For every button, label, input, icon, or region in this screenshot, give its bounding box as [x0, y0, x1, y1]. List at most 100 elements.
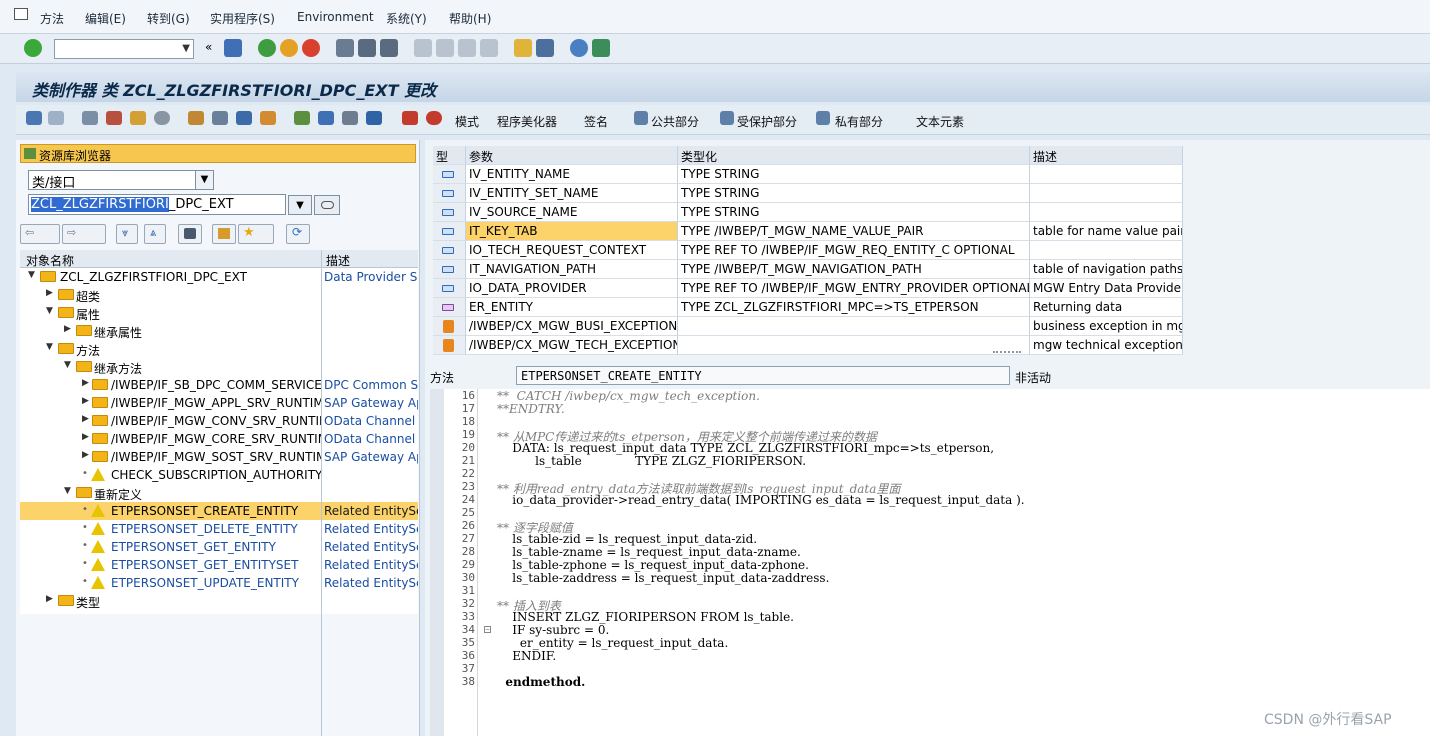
tree-node[interactable]: ▶/IWBEP/IF_MGW_SOST_SRV_RUNTIME SAP Gatew…: [20, 448, 418, 466]
pretty-printer-button[interactable]: 程序美化器: [497, 113, 557, 130]
public-section-button[interactable]: 公共部分: [651, 113, 699, 130]
cancel-icon[interactable]: [302, 39, 320, 57]
table-row[interactable]: /IWBEP/CX_MGW_BUSI_EXCEPTION business exc…: [433, 317, 1183, 336]
layout-menu-icon[interactable]: [592, 39, 610, 57]
tree-icon: [24, 148, 36, 159]
tree-node[interactable]: • ETPERSONSET_GET_ENTITYSET Related Entity…: [20, 556, 418, 574]
text-elements-button[interactable]: 文本元素: [916, 113, 964, 130]
stop-icon[interactable]: [426, 111, 442, 125]
public-section-icon[interactable]: [634, 111, 648, 125]
protected-section-button[interactable]: 受保护部分: [737, 113, 797, 130]
create-button[interactable]: [212, 224, 236, 244]
refresh-button[interactable]: ⟳: [286, 224, 310, 244]
find-icon[interactable]: [358, 39, 376, 57]
tree-node[interactable]: ▼ 重新定义: [20, 484, 418, 502]
shortcut-icon[interactable]: [536, 39, 554, 57]
exit-icon[interactable]: [280, 39, 298, 57]
save-icon[interactable]: [224, 39, 242, 57]
chevron-down-icon[interactable]: ▼: [195, 171, 213, 189]
tree-node[interactable]: ▼ 方法: [20, 340, 418, 358]
tree-node[interactable]: ▼ 继承方法: [20, 358, 418, 376]
other-object-icon[interactable]: [82, 111, 98, 125]
next-object-button[interactable]: ⇨: [62, 224, 106, 244]
favorites-button[interactable]: ★: [238, 224, 274, 244]
help-icon[interactable]: [570, 39, 588, 57]
menu-icon[interactable]: [14, 8, 28, 20]
table-row[interactable]: IV_ENTITY_NAME TYPE STRING: [433, 165, 1183, 184]
hierarchy-icon[interactable]: [188, 111, 204, 125]
display-object-list-icon[interactable]: [236, 111, 252, 125]
tree-node[interactable]: ▶ 继承属性: [20, 322, 418, 340]
table-row[interactable]: IV_ENTITY_SET_NAME TYPE STRING: [433, 184, 1183, 203]
menu-goto[interactable]: 转到(G): [147, 10, 190, 27]
menu-environment[interactable]: Environment: [297, 10, 374, 24]
window-icon[interactable]: [342, 111, 358, 125]
table-row[interactable]: IT_KEY_TAB TYPE /IWBEP/T_MGW_NAME_VALUE_P…: [433, 222, 1183, 241]
protected-section-icon[interactable]: [720, 111, 734, 125]
tree-node[interactable]: ▶/IWBEP/IF_MGW_CORE_SRV_RUNTIME OData Cha…: [20, 430, 418, 448]
find-button[interactable]: [178, 224, 202, 244]
tree-node[interactable]: • CHECK_SUBSCRIPTION_AUTHORITY: [20, 466, 418, 484]
mode-button[interactable]: 模式: [455, 113, 479, 130]
tree-node[interactable]: ▶/IWBEP/IF_MGW_APPL_SRV_RUNTIME SAP Gatew…: [20, 394, 418, 412]
display-button[interactable]: [314, 195, 340, 215]
first-page-icon[interactable]: [414, 39, 432, 57]
breakpoint-icon[interactable]: [402, 111, 418, 125]
table-row[interactable]: IT_NAVIGATION_PATH TYPE /IWBEP/T_MGW_NAVI…: [433, 260, 1183, 279]
private-section-button[interactable]: 私有部分: [835, 113, 883, 130]
repository-browser-button[interactable]: 资源库浏览器: [20, 144, 416, 163]
class-name-input[interactable]: ZCL_ZLGZFIRSTFIORI_DPC_EXT: [28, 194, 286, 215]
table-row[interactable]: IO_TECH_REQUEST_CONTEXT TYPE REF TO /IWBE…: [433, 241, 1183, 260]
menu-utilities[interactable]: 实用程序(S): [210, 10, 275, 27]
tree-icon[interactable]: [294, 111, 310, 125]
activate-icon[interactable]: [130, 111, 146, 125]
tree-node-selected[interactable]: • ETPERSONSET_CREATE_ENTITY Related Entity…: [20, 502, 418, 520]
enter-icon[interactable]: [24, 39, 42, 57]
menu-edit[interactable]: 编辑(E): [85, 10, 126, 27]
back-icon[interactable]: [258, 39, 276, 57]
arrow-right-icon[interactable]: [48, 111, 64, 125]
table-row[interactable]: IO_DATA_PROVIDER TYPE REF TO /IWBEP/IF_MG…: [433, 279, 1183, 298]
last-page-icon[interactable]: [480, 39, 498, 57]
table-row[interactable]: ER_ENTITY TYPE ZCL_ZLGZFIRSTFIORI_MPC=>TS…: [433, 298, 1183, 317]
new-session-icon[interactable]: [514, 39, 532, 57]
tree-node[interactable]: • ETPERSONSET_UPDATE_ENTITY Related Entity…: [20, 574, 418, 592]
signature-button[interactable]: 签名: [584, 113, 608, 130]
tree-node[interactable]: ▶/IWBEP/IF_SB_DPC_COMM_SERVICES DPC Commo…: [20, 376, 418, 394]
table-row[interactable]: IV_SOURCE_NAME TYPE STRING: [433, 203, 1183, 222]
menu-method[interactable]: 方法: [40, 10, 64, 27]
find-next-icon[interactable]: [380, 39, 398, 57]
command-field[interactable]: ▼: [54, 39, 194, 59]
previous-object-button[interactable]: ⇦: [20, 224, 60, 244]
collapse-all-button[interactable]: ⩓: [144, 224, 166, 244]
tree-node[interactable]: • ETPERSONSET_GET_ENTITY Related EntitySet: [20, 538, 418, 556]
chevron-down-icon[interactable]: ▼: [182, 43, 190, 54]
print-icon[interactable]: [336, 39, 354, 57]
expand-all-button[interactable]: ⩔: [116, 224, 138, 244]
menu-help[interactable]: 帮助(H): [449, 10, 491, 27]
tree-node[interactable]: • ETPERSONSET_DELETE_ENTITY Related Entity…: [20, 520, 418, 538]
arrow-left-icon[interactable]: [26, 111, 42, 125]
class-dropdown-button[interactable]: ▼: [288, 195, 312, 215]
collapse-icon[interactable]: «: [205, 40, 212, 54]
tree-node[interactable]: ▼ ZCL_ZLGZFIRSTFIORI_DPC_EXT Data Provider…: [20, 268, 418, 286]
tree-node[interactable]: ▶/IWBEP/IF_MGW_CONV_SRV_RUNTIME OData Cha…: [20, 412, 418, 430]
menu-system[interactable]: 系统(Y): [386, 10, 427, 27]
tree-node[interactable]: ▶ 类型: [20, 592, 418, 610]
private-section-icon[interactable]: [816, 111, 830, 125]
exception-icon: [443, 339, 454, 352]
prev-page-icon[interactable]: [436, 39, 454, 57]
splitter-handle[interactable]: [993, 351, 1021, 356]
object-type-select[interactable]: 类/接口 ▼: [28, 170, 214, 191]
navigate-icon[interactable]: [260, 111, 276, 125]
info-icon[interactable]: [366, 111, 382, 125]
tree-node[interactable]: ▼ 属性: [20, 304, 418, 322]
layout-icon[interactable]: [318, 111, 334, 125]
check-icon[interactable]: [106, 111, 122, 125]
tree-node[interactable]: ▶ 超类: [20, 286, 418, 304]
where-used-icon[interactable]: [154, 111, 170, 125]
wand-icon[interactable]: [212, 111, 228, 125]
fold-toggle[interactable]: −: [484, 626, 491, 633]
next-page-icon[interactable]: [458, 39, 476, 57]
table-row[interactable]: /IWBEP/CX_MGW_TECH_EXCEPTION mgw technica…: [433, 336, 1183, 355]
